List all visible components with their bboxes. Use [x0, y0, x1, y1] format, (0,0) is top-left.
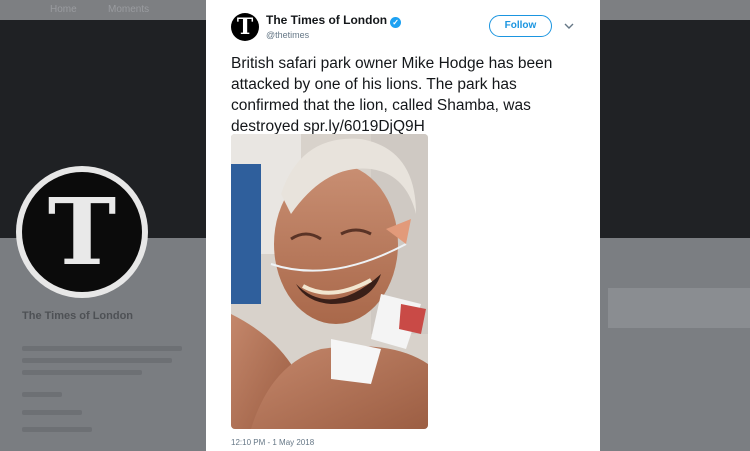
background-meta-line	[22, 427, 92, 432]
background-sidebar-card	[608, 288, 750, 328]
chevron-down-icon[interactable]	[563, 20, 575, 32]
background-profile-logo: T	[16, 166, 148, 298]
account-handle[interactable]: @thetimes	[266, 30, 309, 40]
tweet-photo[interactable]	[231, 134, 428, 429]
background-meta-line	[22, 392, 62, 397]
background-logo-letter: T	[22, 172, 142, 292]
tweet-photo-image	[231, 134, 428, 429]
background-bio-line	[22, 370, 142, 375]
background-profile-name: The Times of London	[22, 310, 134, 322]
tweet-text: British safari park owner Mike Hodge has…	[231, 53, 581, 137]
account-avatar[interactable]: T	[231, 13, 259, 41]
verified-badge-icon: ✓	[390, 17, 402, 28]
follow-button[interactable]: Follow	[489, 15, 552, 37]
background-meta-line	[22, 410, 82, 415]
background-bio-line	[22, 358, 172, 363]
account-name-text[interactable]: The Times of London	[266, 13, 387, 27]
background-sidebar-panel	[600, 238, 750, 451]
background-home-link: Home	[50, 4, 77, 15]
account-name[interactable]: The Times of London ✓	[266, 13, 402, 28]
background-bio-line	[22, 346, 182, 351]
tweet-link[interactable]: spr.ly/6019DjQ9H	[303, 118, 424, 135]
tweet-timestamp[interactable]: 12:10 PM - 1 May 2018	[231, 438, 314, 447]
background-banner-right	[600, 20, 750, 238]
background-moments-link: Moments	[108, 4, 150, 15]
